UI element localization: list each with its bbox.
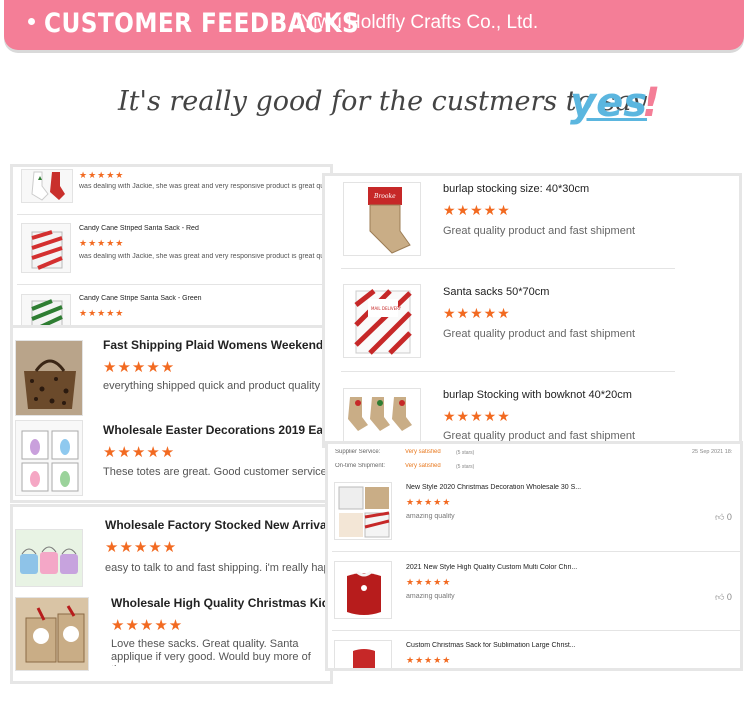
review-text: was dealing with Jackie, she was great a… [79,183,329,190]
rating-stars: ★★★★★ [443,305,511,321]
supplier-service-label: Supplier Service: [335,449,381,455]
review-text: everything shipped quick and product qua… [103,380,330,392]
review-date: 25 Sep 2021 18: [692,449,733,455]
product-title[interactable]: 2021 New Style High Quality Custom Multi… [406,564,577,571]
review-text: Great quality product and fast shipment [443,225,635,237]
product-title[interactable]: Wholesale Factory Stocked New Arrival Ca [105,518,330,532]
product-thumbnail[interactable] [343,388,421,445]
feedback-card-2: Fast Shipping Plaid Womens Weekender Tot… [10,325,333,503]
rating-stars: ★★★★★ [105,539,178,556]
review-text: amazing quality [406,593,455,600]
divider [17,284,330,285]
product-thumbnail[interactable] [334,561,392,619]
divider [332,630,740,631]
rating-stars: ★★★★★ [443,202,511,218]
feedback-card-3: Wholesale Factory Stocked New Arrival Ca… [10,504,333,684]
feedback-card-1: ★★★★★ was dealing with Jackie, she was g… [10,164,333,328]
rating-stars: ★★★★★ [406,655,452,665]
rating-stars: ★★★★★ [103,444,176,461]
review-text: was dealing with Jackie, she was great a… [79,253,329,260]
shipment-stars: (5 stars) [456,464,475,470]
divider [341,371,675,372]
product-title[interactable]: New Style 2020 Christmas Decoration Whol… [406,484,581,491]
product-title[interactable]: burlap Stocking with bowknot 40*20cm [443,389,632,401]
product-thumbnail[interactable]: MAIL DELIVERY [343,284,421,358]
rating-stars: ★★★★★ [406,577,452,587]
supplier-service-stars: (5 stars) [456,450,475,456]
product-title[interactable]: Wholesale Easter Decorations 2019 Easter [103,423,330,437]
product-thumbnail[interactable] [334,640,392,668]
review-text: easy to talk to and fast shipping. i'm r… [105,562,331,574]
product-title[interactable]: Fast Shipping Plaid Womens Weekender Tot… [103,338,330,352]
headline-yes: yes [570,80,648,126]
product-thumbnail[interactable] [21,169,73,203]
product-thumbnail[interactable] [334,482,392,540]
review-text: Great quality product and fast shipment [443,328,635,340]
product-thumbnail[interactable] [21,223,71,273]
review-text: These totes are great. Good customer ser… [103,466,331,478]
rating-stars: ★★★★★ [103,359,176,376]
headline-text: It's really good for the custmers to say [118,86,647,117]
divider [332,551,740,552]
product-thumbnail[interactable]: Brooke [343,182,421,256]
feedback-card-4: Brooke burlap stocking size: 40*30cm ★★★… [322,173,742,448]
like-button[interactable]: 👍︎ 0 [715,592,732,603]
rating-stars: ★★★★★ [79,170,125,180]
product-title[interactable]: Santa sacks 50*70cm [443,286,549,298]
rating-stars: ★★★★★ [406,497,452,507]
product-title[interactable]: Candy Cane Stripe Santa Sack - Green [79,295,202,302]
like-count: 0 [726,592,732,602]
product-thumbnail[interactable] [15,420,83,496]
headline: It's really good for the custmers to say… [118,80,718,136]
divider [341,268,675,269]
product-title[interactable]: burlap stocking size: 40*30cm [443,183,589,195]
product-title[interactable]: Wholesale High Quality Christmas Kids S [111,596,330,610]
product-thumbnail[interactable] [15,340,83,416]
bullet-dot-icon [28,18,35,25]
supplier-service-value: Very satisfied [405,449,441,455]
shipment-label: On-time Shipment: [335,463,386,469]
image-text: Brooke [373,193,396,200]
rating-stars: ★★★★★ [111,617,184,634]
rating-stars: ★★★★★ [79,308,125,318]
thumbs-up-icon: 👍︎ [715,592,725,602]
product-title[interactable]: Custom Christmas Sack for Sublimation La… [406,642,576,649]
header-banner: CUSTOMER FEEDBACKS /Yiwu Holdfly Crafts … [4,0,744,50]
product-title[interactable]: Candy Cane Striped Santa Sack - Red [79,225,199,232]
review-text: Love these sacks. Great quality. Santa a… [111,638,311,666]
product-thumbnail[interactable] [15,529,83,587]
feedback-card-5: Supplier Service: Very satisfied (5 star… [325,441,743,671]
image-text: MAIL DELIVERY [371,306,402,311]
company-name: /Yiwu Holdfly Crafts Co., Ltd. [296,12,539,33]
divider [17,214,330,215]
product-thumbnail[interactable] [21,294,71,325]
review-text: amazing quality [406,513,455,520]
like-button[interactable]: 👍︎ 0 [715,512,732,523]
like-count: 0 [726,512,732,522]
rating-stars: ★★★★★ [79,238,125,248]
shipment-value: Very satisfied [405,463,441,469]
product-thumbnail[interactable] [15,597,89,671]
thumbs-up-icon: 👍︎ [715,512,725,522]
rating-stars: ★★★★★ [443,408,511,424]
headline-exclamation: ! [642,80,661,126]
